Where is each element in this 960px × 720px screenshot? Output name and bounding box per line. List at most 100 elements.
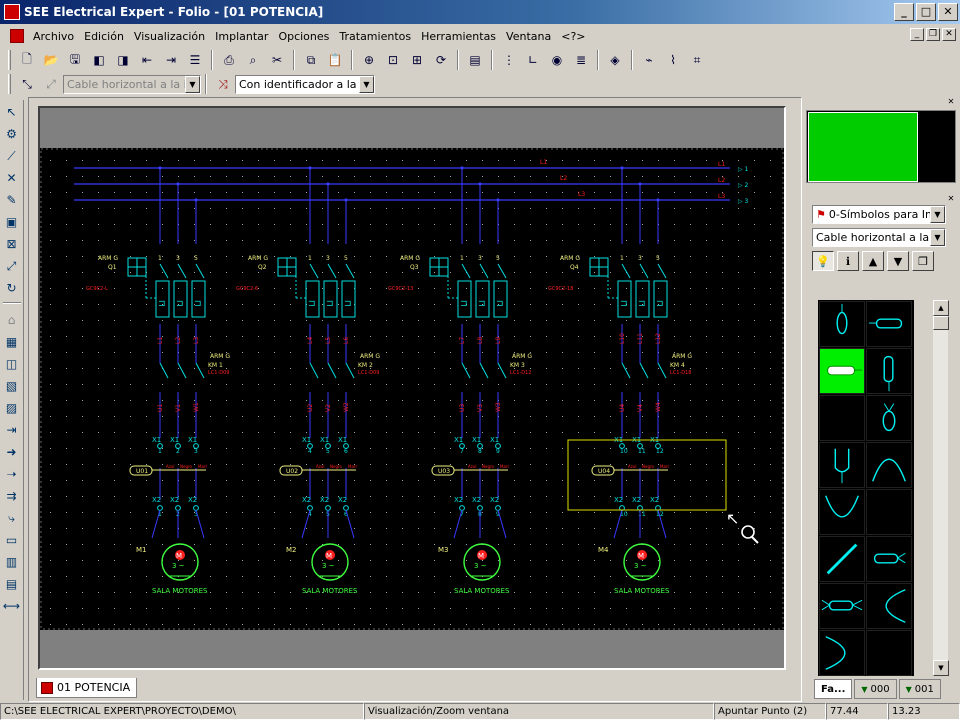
- maximize-button[interactable]: □: [916, 3, 936, 21]
- menu-ventana[interactable]: Ventana: [501, 30, 556, 43]
- empty-cell[interactable]: [819, 395, 865, 441]
- snap-icon[interactable]: ◉: [546, 49, 568, 71]
- rotate-icon[interactable]: ↻: [2, 278, 22, 298]
- schematic-svg[interactable]: L1 L1 ▷ 1 L2 L2 ▷ 2 L3 L3 ▷ 3 1 ⊐ L1 U1 X1 1 X2 1 3 ⊐ L2 V1 X…: [40, 148, 784, 630]
- table-icon[interactable]: ▥: [2, 552, 22, 572]
- grid-icon[interactable]: ⋮: [498, 49, 520, 71]
- connect-3d-icon[interactable]: ⇉: [2, 486, 22, 506]
- wire-number-tool-icon[interactable]: ⇥: [2, 420, 22, 440]
- overview-preview[interactable]: [806, 110, 956, 183]
- print-preview-icon[interactable]: ⌕: [242, 49, 264, 71]
- menu-herramientas[interactable]: Herramientas: [416, 30, 501, 43]
- paste-icon[interactable]: 📋: [324, 49, 346, 71]
- wire-link-icon[interactable]: ⤢: [2, 256, 22, 276]
- pen-icon[interactable]: ✎: [2, 190, 22, 210]
- symbol-3d-icon[interactable]: ◫: [2, 354, 22, 374]
- symbol-copy-icon[interactable]: ▨: [2, 398, 22, 418]
- chevron-down-icon[interactable]: ▼: [359, 75, 374, 93]
- page-last-icon[interactable]: ⇥: [160, 49, 182, 71]
- tab-01-potencia[interactable]: 01 POTENCIA: [36, 678, 138, 698]
- wire-edit-icon[interactable]: ⌇: [662, 49, 684, 71]
- home-icon[interactable]: ⌂: [2, 310, 22, 330]
- wire-icon[interactable]: ⟋: [2, 146, 22, 166]
- curve-up-symbol[interactable]: [866, 442, 912, 488]
- empty-cell[interactable]: [866, 630, 912, 676]
- curve-right-symbol[interactable]: [819, 630, 865, 676]
- zoom-window-icon[interactable]: ⊡: [382, 49, 404, 71]
- tab-001[interactable]: ▼ 001: [898, 679, 941, 699]
- overview-thumbnail[interactable]: [808, 112, 918, 182]
- menu-visualizacion[interactable]: Visualización: [129, 30, 210, 43]
- arrow-up-icon[interactable]: ▲: [862, 251, 884, 271]
- document-icon[interactable]: [10, 29, 24, 43]
- symbol-grid[interactable]: [818, 300, 914, 676]
- toolbar-grip[interactable]: [8, 50, 11, 70]
- schematic-canvas[interactable]: L1 L1 ▷ 1 L2 L2 ▷ 2 L3 L3 ▷ 3 1 ⊐ L1 U1 X1 1 X2 1 3 ⊐ L2 V1 X…: [40, 148, 784, 630]
- zoom-all-icon[interactable]: ⊞: [406, 49, 428, 71]
- measure-icon[interactable]: ▭: [2, 530, 22, 550]
- close-button[interactable]: ✕: [938, 3, 958, 21]
- close-icon[interactable]: ✕: [946, 97, 956, 106]
- symbol-library-select[interactable]: ⚑ 0-Símbolos para Impl ▼: [812, 205, 946, 224]
- layers-icon[interactable]: ≣: [570, 49, 592, 71]
- menu-opciones[interactable]: Opciones: [273, 30, 334, 43]
- properties-icon[interactable]: ▤: [464, 49, 486, 71]
- cut-icon[interactable]: ✂: [266, 49, 288, 71]
- bulb-icon[interactable]: 💡: [812, 251, 834, 271]
- close-icon[interactable]: ✕: [946, 194, 956, 203]
- symbol-place-icon[interactable]: ▧: [2, 376, 22, 396]
- windows-icon[interactable]: ❐: [912, 251, 934, 271]
- menu-implantar[interactable]: Implantar: [210, 30, 273, 43]
- arrow-right-3d-icon[interactable]: ➝: [2, 464, 22, 484]
- app-icon[interactable]: [4, 4, 20, 20]
- identifier-position-select[interactable]: Con identificador a la izquie ▼: [235, 74, 375, 94]
- component-icon[interactable]: ⚙: [2, 124, 22, 144]
- page-next-icon[interactable]: ◨: [112, 49, 134, 71]
- open-icon[interactable]: 📂: [40, 49, 62, 71]
- toolbar-grip-2[interactable]: [8, 74, 11, 94]
- menu-help[interactable]: <?>: [556, 30, 590, 43]
- doc-restore-button[interactable]: ❐: [926, 28, 940, 41]
- arrow-right-icon[interactable]: ➜: [2, 442, 22, 462]
- page-prev-icon[interactable]: ◧: [88, 49, 110, 71]
- curve-down-symbol[interactable]: [819, 489, 865, 535]
- wire-direction-icon[interactable]: ⤡: [16, 73, 38, 95]
- zoom-in-icon[interactable]: ⊕: [358, 49, 380, 71]
- minimize-button[interactable]: _: [894, 3, 914, 21]
- tab-favorites[interactable]: Fa...: [814, 679, 853, 699]
- select-arrow-icon[interactable]: ↖: [2, 102, 22, 122]
- chevron-down-icon[interactable]: ▼: [930, 206, 945, 223]
- ortho-icon[interactable]: ∟: [522, 49, 544, 71]
- fuse-horizontal-symbol[interactable]: [866, 301, 912, 347]
- doc-minimize-button[interactable]: _: [910, 28, 924, 41]
- terminal-icon[interactable]: ▣: [2, 212, 22, 232]
- chevron-down-icon[interactable]: ▼: [930, 229, 945, 246]
- save-icon[interactable]: 🖫: [64, 49, 86, 71]
- empty-cell[interactable]: [866, 489, 912, 535]
- dimension-icon[interactable]: ⟷: [2, 596, 22, 616]
- tab-000[interactable]: ▼ 000: [854, 679, 897, 699]
- cross-wire-icon[interactable]: ✕: [2, 168, 22, 188]
- copy-icon[interactable]: ⧉: [300, 49, 322, 71]
- scroll-up-icon[interactable]: ▲: [933, 300, 949, 316]
- menu-tratamientos[interactable]: Tratamientos: [334, 30, 416, 43]
- doc-close-button[interactable]: ✕: [942, 28, 956, 41]
- fuse-down-symbol[interactable]: [866, 348, 912, 394]
- menu-edicion[interactable]: Edición: [79, 30, 129, 43]
- cable-icon[interactable]: ⊠: [2, 234, 22, 254]
- wire-tool-icon[interactable]: ⌁: [638, 49, 660, 71]
- fuse-double-arrow-symbol[interactable]: [819, 583, 865, 629]
- wire-number-icon[interactable]: ⌗: [686, 49, 708, 71]
- symbol-cable-select[interactable]: Cable horizontal a la izqu ▼: [812, 228, 946, 247]
- line-diagonal-symbol[interactable]: [819, 536, 865, 582]
- library-icon[interactable]: ◈: [604, 49, 626, 71]
- cable-end-symbol[interactable]: [819, 442, 865, 488]
- scroll-thumb[interactable]: [933, 316, 949, 330]
- fuse-arrow-symbol[interactable]: [866, 536, 912, 582]
- page-list-icon[interactable]: ☰: [184, 49, 206, 71]
- page-first-icon[interactable]: ⇤: [136, 49, 158, 71]
- fuse-horizontal-filled-symbol[interactable]: [819, 348, 865, 394]
- arrow-down-icon[interactable]: ▼: [887, 251, 909, 271]
- menu-archivo[interactable]: Archivo: [28, 30, 79, 43]
- fuse-end-symbol[interactable]: [866, 395, 912, 441]
